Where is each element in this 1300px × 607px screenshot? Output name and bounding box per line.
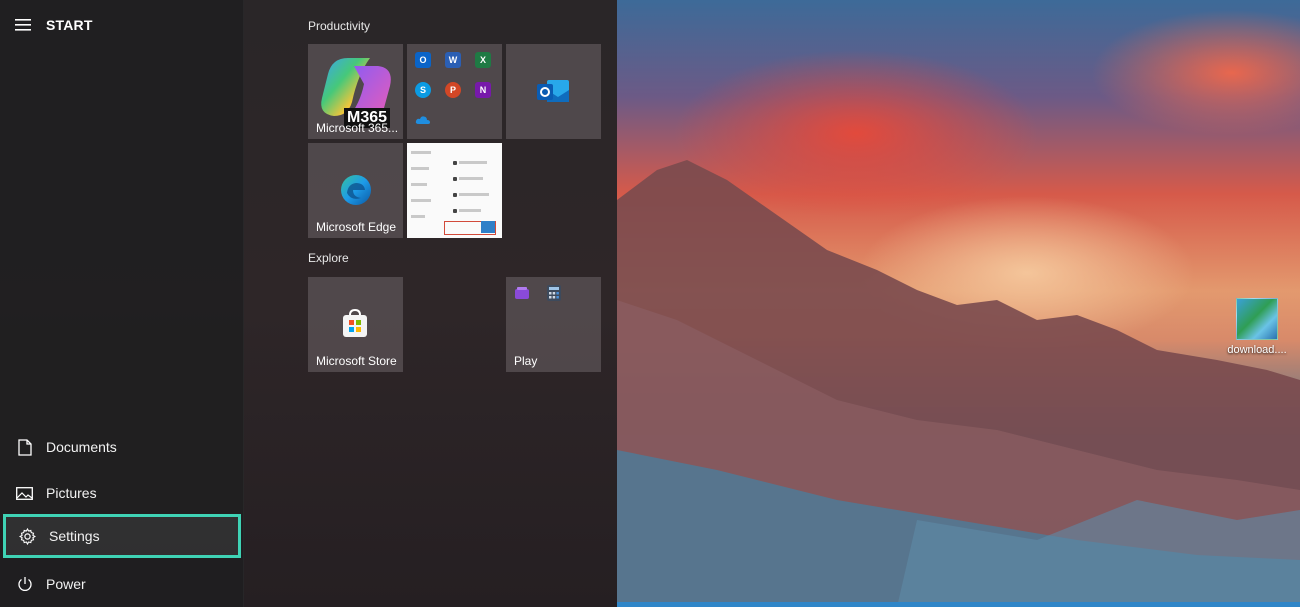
taskbar-edge xyxy=(617,602,1300,607)
office-apps-grid: O W X S P N xyxy=(415,52,495,130)
rail-item-documents[interactable]: Documents xyxy=(3,425,241,469)
edge-icon xyxy=(341,175,371,205)
start-menu: START Documents Pictures Settings Power … xyxy=(0,0,617,607)
rail-item-pictures-label: Pictures xyxy=(46,485,97,501)
group-label-explore: Explore xyxy=(308,251,349,265)
rail-item-power[interactable]: Power xyxy=(3,562,241,606)
document-icon xyxy=(3,438,46,456)
mountain-landscape xyxy=(617,160,1300,607)
image-preview-icon xyxy=(481,221,495,233)
start-rail: START Documents Pictures Settings Power xyxy=(0,0,244,607)
start-title: START xyxy=(46,17,93,33)
picture-icon xyxy=(3,486,46,500)
tile-microsoft-store-label: Microsoft Store xyxy=(316,354,397,368)
clipchamp-icon xyxy=(515,287,529,299)
rail-item-documents-label: Documents xyxy=(46,439,117,455)
calculator-icon xyxy=(547,285,561,301)
hamburger-icon xyxy=(15,19,31,31)
desktop-wallpaper: download.... xyxy=(617,0,1300,607)
tile-microsoft-365[interactable]: M365 Microsoft 365... xyxy=(308,44,403,139)
onenote-icon: N xyxy=(475,82,491,98)
power-icon xyxy=(3,576,46,592)
rail-item-settings-label: Settings xyxy=(49,528,100,544)
powerpoint-icon: P xyxy=(445,82,461,98)
tile-play-folder[interactable]: Play xyxy=(506,277,601,372)
group-label-productivity: Productivity xyxy=(308,19,371,33)
tile-outlook[interactable] xyxy=(506,44,601,139)
image-thumbnail-icon xyxy=(1236,298,1278,340)
outlook-app-icon xyxy=(537,80,569,102)
tile-microsoft-365-label: Microsoft 365... xyxy=(316,121,399,135)
hamburger-menu-button[interactable] xyxy=(0,19,46,31)
tile-microsoft-edge[interactable]: Microsoft Edge xyxy=(308,143,403,238)
tile-play-label: Play xyxy=(514,354,538,368)
rail-item-pictures[interactable]: Pictures xyxy=(3,471,241,515)
start-header: START xyxy=(0,10,244,40)
tile-screenshot-preview[interactable] xyxy=(407,143,502,238)
word-icon: W xyxy=(445,52,461,68)
gear-icon xyxy=(6,527,49,545)
desktop-file-icon[interactable]: download.... xyxy=(1217,298,1297,356)
rail-item-power-label: Power xyxy=(46,576,86,592)
store-icon xyxy=(343,309,367,337)
tile-microsoft-store[interactable]: Microsoft Store xyxy=(308,277,403,372)
outlook-icon: O xyxy=(415,52,431,68)
excel-icon: X xyxy=(475,52,491,68)
tile-office-folder[interactable]: O W X S P N xyxy=(407,44,502,139)
desktop-file-label: download.... xyxy=(1227,344,1287,356)
tile-microsoft-edge-label: Microsoft Edge xyxy=(316,220,397,234)
skype-icon: S xyxy=(415,82,431,98)
rail-item-settings[interactable]: Settings xyxy=(3,514,241,558)
onedrive-icon xyxy=(415,112,431,130)
